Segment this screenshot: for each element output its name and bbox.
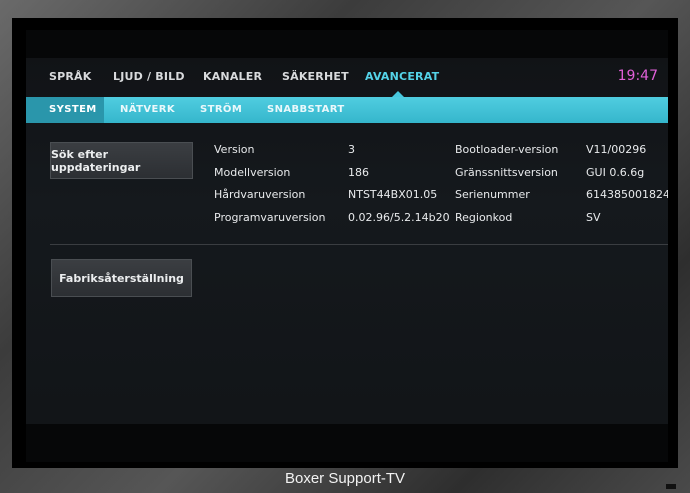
tv-screen: SPRÅK LJUD / BILD KANALER SÄKERHET AVANC…	[26, 30, 668, 462]
info-label: Gränssnittsversion	[455, 166, 558, 179]
subtab-snabbstart[interactable]: SNABBSTART	[267, 104, 345, 115]
info-value: NTST44BX01.05	[348, 188, 438, 201]
info-label: Serienummer	[455, 188, 530, 201]
subtab-strom[interactable]: STRÖM	[200, 104, 242, 115]
info-value: V11/00296	[586, 143, 647, 156]
info-label: Programvaruversion	[214, 211, 326, 224]
info-value: SV	[586, 211, 601, 224]
main-nav: SPRÅK LJUD / BILD KANALER SÄKERHET AVANC…	[26, 58, 668, 96]
info-value: 186	[348, 166, 369, 179]
screen-bottom-band	[26, 424, 668, 462]
info-label: Regionkod	[455, 211, 513, 224]
info-value: 614385001824	[586, 188, 668, 201]
tv-caption: Boxer Support-TV	[284, 470, 406, 487]
tab-sakerhet[interactable]: SÄKERHET	[282, 70, 349, 83]
bezel-notch	[666, 484, 676, 489]
sub-nav: SYSTEM NÄTVERK STRÖM SNABBSTART	[26, 97, 668, 123]
info-label: Hårdvaruversion	[214, 188, 306, 201]
tab-ljud-bild[interactable]: LJUD / BILD	[113, 70, 185, 83]
tab-kanaler[interactable]: KANALER	[203, 70, 262, 83]
screen-top-band	[26, 30, 668, 58]
info-label: Modellversion	[214, 166, 291, 179]
subtab-natverk[interactable]: NÄTVERK	[120, 104, 175, 115]
section-divider	[50, 244, 668, 245]
tab-sprak[interactable]: SPRÅK	[49, 70, 92, 83]
info-label: Bootloader-version	[455, 143, 559, 156]
subtab-system[interactable]: SYSTEM	[49, 104, 97, 115]
clock: 19:47	[617, 68, 658, 84]
check-updates-button[interactable]: Sök efter uppdateringar	[50, 142, 193, 179]
tab-avancerat[interactable]: AVANCERAT	[365, 70, 439, 83]
info-label: Version	[214, 143, 255, 156]
info-value: GUI 0.6.6g	[586, 166, 645, 179]
factory-reset-button[interactable]: Fabriksåterställning	[51, 259, 192, 297]
info-value: 3	[348, 143, 355, 156]
info-value: 0.02.96/5.2.14b20	[348, 211, 450, 224]
